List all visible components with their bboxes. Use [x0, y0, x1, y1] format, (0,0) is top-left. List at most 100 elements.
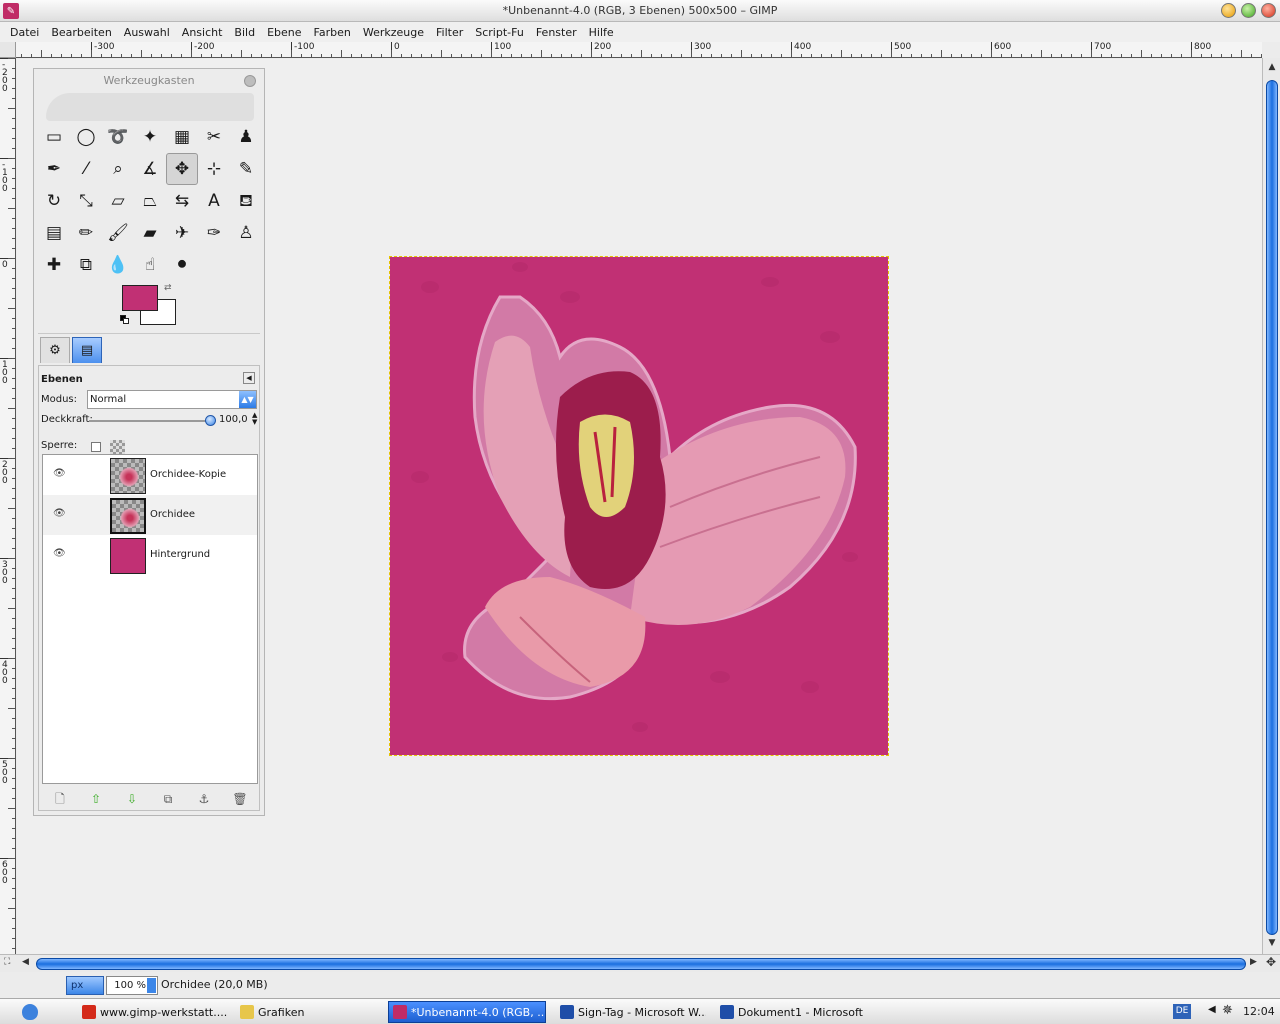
zoom-input[interactable]: 100 % — [106, 976, 158, 995]
image-canvas[interactable] — [389, 256, 889, 756]
start-apple-icon[interactable] — [22, 1004, 38, 1020]
tool-paths[interactable]: ✒ — [38, 153, 70, 185]
gimp-icon[interactable]: ✎ — [3, 3, 19, 19]
menu-fenster[interactable]: Fenster — [530, 26, 583, 39]
vertical-ruler[interactable]: -200 -100 0 100 200 300 400 500 600 — [0, 58, 16, 954]
vertical-scrollbar[interactable]: ▲ ▼ — [1262, 58, 1280, 954]
menu-ansicht[interactable]: Ansicht — [176, 26, 229, 39]
mode-dropdown-icon[interactable]: ▲▼ — [239, 391, 256, 408]
scroll-left-icon[interactable]: ◀ — [22, 957, 29, 967]
lock-alpha-icon[interactable] — [110, 440, 125, 454]
menu-bild[interactable]: Bild — [228, 26, 261, 39]
taskbar-item[interactable]: Sign-Tag - Microsoft W... — [556, 1001, 706, 1023]
tray-expand-icon[interactable]: ◀ — [1208, 1004, 1216, 1015]
default-colors-icon[interactable] — [120, 315, 130, 325]
tool-text[interactable]: A — [198, 185, 230, 217]
tool-move[interactable]: ✥ — [166, 153, 198, 185]
visibility-eye-icon[interactable]: 👁 — [53, 549, 67, 559]
tool-color-picker[interactable]: ⁄ — [70, 153, 102, 185]
swap-colors-icon[interactable]: ⇄ — [164, 283, 172, 293]
tool-zoom[interactable]: ⌕ — [102, 153, 134, 185]
tool-paintbrush[interactable]: 🖌 — [102, 217, 134, 249]
tool-perspective-clone[interactable]: ⧉ — [70, 249, 102, 281]
tool-rotate[interactable]: ↻ — [38, 185, 70, 217]
menu-filter[interactable]: Filter — [430, 26, 469, 39]
menu-hilfe[interactable]: Hilfe — [583, 26, 620, 39]
navigation-icon[interactable]: ✥ — [1266, 955, 1276, 969]
maximize-button[interactable] — [1241, 3, 1256, 18]
tool-lasso-select[interactable]: ➰ — [102, 121, 134, 153]
tool-ellipse-select[interactable]: ◯ — [70, 121, 102, 153]
scroll-down-icon[interactable]: ▼ — [1266, 938, 1278, 950]
menu-farben[interactable]: Farben — [308, 26, 357, 39]
tool-crop[interactable]: ✎ — [230, 153, 262, 185]
menu-ebene[interactable]: Ebene — [261, 26, 307, 39]
minimize-button[interactable] — [1221, 3, 1236, 18]
foreground-color-swatch[interactable] — [122, 285, 158, 311]
unit-select[interactable]: px — [66, 976, 104, 995]
menu-bearbeiten[interactable]: Bearbeiten — [45, 26, 117, 39]
menu-script-fu[interactable]: Script-Fu — [469, 26, 530, 39]
layer-row-hintergrund[interactable]: 👁 Hintergrund — [43, 535, 257, 575]
language-indicator[interactable]: DE — [1173, 1004, 1191, 1019]
tool-perspective[interactable]: ⏢ — [134, 185, 166, 217]
tool-dodge-burn[interactable]: ⚫ — [166, 249, 198, 281]
layer-row-orchidee-kopie[interactable]: 👁 Orchidee-Kopie — [43, 455, 257, 495]
lock-pixels-checkbox[interactable] — [91, 442, 101, 452]
taskbar-item[interactable]: Grafiken — [236, 1001, 356, 1023]
new-layer-icon[interactable]: 🗋 — [52, 791, 68, 807]
horizontal-ruler[interactable]: -300 -200 -100 0 100 200 300 400 500 600 700 800 — [16, 42, 1262, 58]
tool-foreground-select[interactable]: ♟ — [230, 121, 262, 153]
vertical-scroll-thumb[interactable] — [1266, 80, 1278, 935]
scroll-right-icon[interactable]: ▶ — [1250, 957, 1257, 967]
quick-mask-corner[interactable] — [0, 42, 16, 58]
tool-blur-sharpen[interactable]: 💧 — [102, 249, 134, 281]
tool-bucket-fill[interactable]: ⛾ — [230, 185, 262, 217]
opacity-spin-icon[interactable]: ▲ ▼ — [252, 412, 257, 426]
tool-clone[interactable]: ♙ — [230, 217, 262, 249]
tool-scissors-select[interactable]: ✂ — [198, 121, 230, 153]
tool-shear[interactable]: ▱ — [102, 185, 134, 217]
zoom-spin-icon[interactable] — [147, 978, 156, 993]
visibility-eye-icon[interactable]: 👁 — [53, 509, 67, 519]
tool-eraser[interactable]: ▰ — [134, 217, 166, 249]
horizontal-scroll-thumb[interactable] — [36, 958, 1246, 970]
layer-row-orchidee[interactable]: 👁 Orchidee — [43, 495, 257, 535]
delete-layer-icon[interactable]: 🗑 — [232, 791, 248, 807]
opacity-slider-handle[interactable] — [205, 415, 216, 426]
lower-layer-icon[interactable]: ⇩ — [124, 791, 140, 807]
tool-heal[interactable]: ✚ — [38, 249, 70, 281]
raise-layer-icon[interactable]: ⇧ — [88, 791, 104, 807]
tool-rect-select[interactable]: ▭ — [38, 121, 70, 153]
menu-datei[interactable]: Datei — [4, 26, 45, 39]
tool-ink[interactable]: ✑ — [198, 217, 230, 249]
dock-close-icon[interactable] — [244, 75, 256, 87]
close-button[interactable] — [1261, 3, 1276, 18]
tool-fuzzy-select[interactable]: ✦ — [134, 121, 166, 153]
tool-blend[interactable]: ▤ — [38, 217, 70, 249]
tool-smudge[interactable]: ☝ — [134, 249, 166, 281]
visibility-eye-icon[interactable]: 👁 — [53, 469, 67, 479]
tab-layers[interactable]: ▤ — [72, 337, 102, 363]
tray-app-icon[interactable]: ✵ — [1222, 1003, 1233, 1018]
scroll-up-icon[interactable]: ▲ — [1266, 62, 1278, 74]
tool-pencil[interactable]: ✏ — [70, 217, 102, 249]
tool-align[interactable]: ⊹ — [198, 153, 230, 185]
menu-auswahl[interactable]: Auswahl — [118, 26, 176, 39]
tool-flip[interactable]: ⇆ — [166, 185, 198, 217]
tool-airbrush[interactable]: ✈ — [166, 217, 198, 249]
opacity-slider[interactable] — [89, 420, 211, 422]
tool-select-by-color[interactable]: ▦ — [166, 121, 198, 153]
tool-scale[interactable]: ⤡ — [70, 185, 102, 217]
horizontal-scrollbar[interactable]: ⛶ ◀ ▶ ✥ — [0, 954, 1280, 972]
tool-measure[interactable]: ∡ — [134, 153, 166, 185]
menu-werkzeuge[interactable]: Werkzeuge — [357, 26, 430, 39]
taskbar-item[interactable]: www.gimp-werkstatt.... — [78, 1001, 228, 1023]
navigate-icon[interactable]: ⛶ — [4, 957, 10, 967]
tab-tool-options[interactable]: ⚙ — [40, 337, 70, 363]
anchor-layer-icon[interactable]: ⚓ — [196, 791, 212, 807]
taskbar-item[interactable]: Dokument1 - Microsoft ... — [716, 1001, 866, 1023]
opacity-value[interactable]: 100,0 — [219, 414, 248, 425]
taskbar-item[interactable]: *Unbenannt-4.0 (RGB, ... — [388, 1001, 546, 1023]
panel-menu-icon[interactable]: ◀ — [243, 372, 255, 384]
